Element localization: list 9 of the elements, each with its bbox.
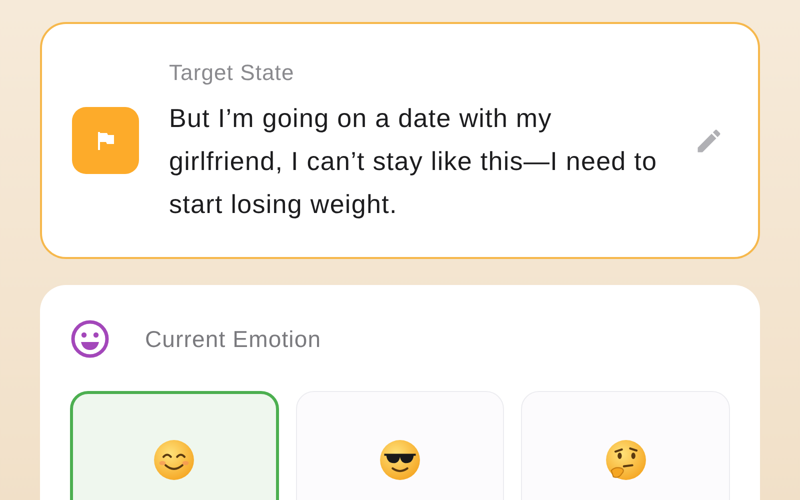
smiling-face-icon [153,439,196,481]
flag-icon [72,107,139,174]
target-state-text: But I’m going on a date with my girlfriend, I can’t stay like this—I need to start losing weight. [169,102,658,220]
emotion-option[interactable] [70,391,279,500]
target-state-label: Target State [169,58,296,87]
current-emotion-label: Current Emotion [145,324,322,354]
smiley-icon [70,319,110,359]
thinking-face-icon [604,439,647,481]
sunglasses-face-icon [379,439,422,481]
